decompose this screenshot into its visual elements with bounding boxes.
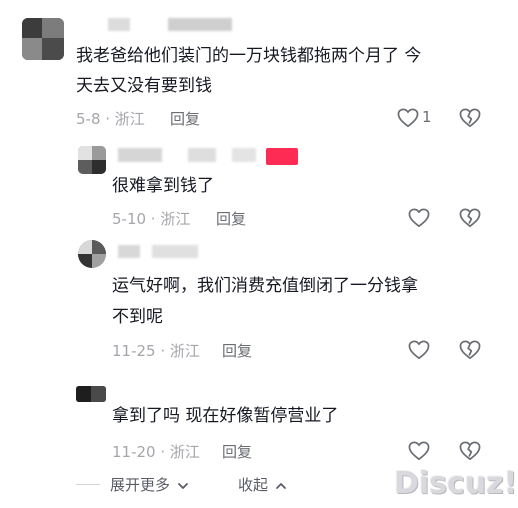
reply-button[interactable]: 回复 [222, 340, 252, 361]
comment-text: 拿到了吗 现在好像暂停营业了 [112, 406, 339, 426]
username-redacted[interactable] [152, 245, 198, 258]
broken-heart-icon[interactable] [459, 340, 481, 360]
comment-meta: 5-8 · 浙江 [76, 110, 145, 128]
author-badge [266, 148, 298, 165]
reply-button[interactable]: 回复 [216, 208, 246, 229]
heart-icon[interactable] [408, 340, 430, 360]
collapse-button[interactable]: 收起 [238, 474, 287, 495]
expand-more-button[interactable]: 展开更多 [110, 474, 189, 495]
heart-icon[interactable] [408, 208, 430, 228]
comment-text: 很难拿到钱了 [112, 176, 214, 196]
comment-meta: 11-20 · 浙江 [112, 443, 200, 461]
reply-button[interactable]: 回复 [170, 108, 200, 129]
avatar[interactable] [78, 240, 106, 268]
username-redacted[interactable] [232, 148, 256, 162]
username-redacted[interactable] [118, 148, 162, 162]
collapse-label: 收起 [238, 476, 269, 494]
reply-button[interactable]: 回复 [222, 441, 252, 462]
comment-text: 不到呢 [112, 307, 163, 327]
comment-meta: 5-10 · 浙江 [112, 210, 191, 228]
comment-text: 天去又没有要到钱 [76, 76, 212, 96]
heart-icon[interactable] [397, 108, 419, 128]
comment-text: 我老爸给他们装门的一万块钱都拖两个月了 今 [76, 46, 422, 66]
chevron-up-icon [275, 482, 286, 489]
username-redacted[interactable] [108, 18, 130, 31]
heart-icon[interactable] [408, 441, 430, 461]
discuz-watermark: Discuz! [394, 466, 518, 501]
avatar[interactable] [78, 146, 106, 174]
comment-text: 运气好啊，我们消费充值倒闭了一分钱拿 [112, 276, 418, 296]
username-redacted[interactable] [188, 148, 216, 162]
like-count: 1 [422, 108, 432, 126]
avatar[interactable] [22, 18, 64, 60]
comment-meta: 11-25 · 浙江 [112, 342, 200, 360]
broken-heart-icon[interactable] [459, 441, 481, 461]
expand-more-label: 展开更多 [110, 476, 171, 494]
username-redacted[interactable] [168, 18, 232, 31]
chevron-down-icon [177, 482, 188, 489]
username-redacted[interactable] [118, 245, 140, 258]
divider [76, 484, 100, 485]
broken-heart-icon[interactable] [459, 108, 481, 128]
avatar[interactable] [76, 386, 106, 402]
broken-heart-icon[interactable] [459, 208, 481, 228]
